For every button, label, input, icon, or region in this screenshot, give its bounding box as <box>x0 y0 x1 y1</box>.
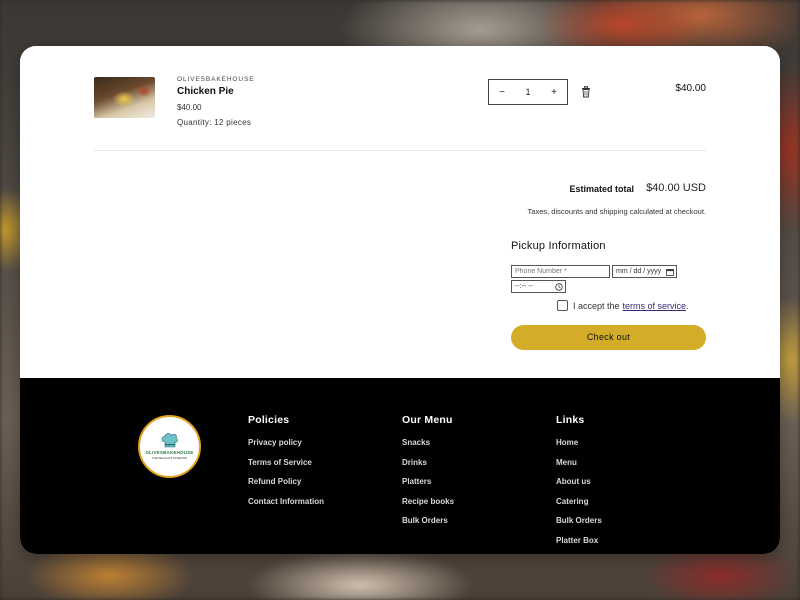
footer-link-about-us[interactable]: About us <box>556 477 602 497</box>
footer-column-title: Links <box>556 414 585 426</box>
divider <box>94 150 706 151</box>
logo-name: OLIVESBAKEHOUSE <box>145 450 194 455</box>
clock-icon[interactable] <box>555 282 563 291</box>
trash-icon[interactable] <box>581 86 591 98</box>
footer-link-drinks[interactable]: Drinks <box>402 458 454 478</box>
estimated-total-value: $40.00 USD <box>646 182 706 194</box>
footer-link-platters[interactable]: Platters <box>402 477 454 497</box>
footer-column-links: Links Home Menu About us Catering Bulk O… <box>556 414 602 554</box>
footer-link-platter-box[interactable]: Platter Box <box>556 536 602 554</box>
footer-link-refund-policy[interactable]: Refund Policy <box>248 477 324 497</box>
pickup-time-field[interactable]: --:-- -- <box>511 280 566 293</box>
line-item-total: $40.00 <box>675 83 706 94</box>
bakehouse-logo[interactable]: OLIVESBAKEHOUSE THE DELIGHTS IN BAKING <box>138 415 201 478</box>
footer-link-menu[interactable]: Menu <box>556 458 602 478</box>
logo-tagline: THE DELIGHTS IN BAKING <box>151 456 188 460</box>
chef-hat-icon <box>161 433 178 448</box>
footer-link-home[interactable]: Home <box>556 438 602 458</box>
terms-suffix-text: . <box>686 300 689 311</box>
quantity-input[interactable]: 1 <box>515 87 541 97</box>
product-quantity-note: Quantity: 12 pieces <box>177 118 252 127</box>
quantity-increment-button[interactable]: + <box>541 87 567 98</box>
estimated-total-label: Estimated total <box>569 184 634 194</box>
checkout-button[interactable]: Check out <box>511 325 706 350</box>
terms-acceptance-row: I accept the terms of service . <box>557 300 689 311</box>
pickup-date-field[interactable]: mm / dd / yyyy <box>612 265 677 278</box>
time-placeholder: --:-- -- <box>515 283 533 290</box>
footer-link-snacks[interactable]: Snacks <box>402 438 454 458</box>
date-placeholder: mm / dd / yyyy <box>616 268 662 275</box>
footer-column-title: Policies <box>248 414 290 426</box>
footer-link-contact-information[interactable]: Contact Information <box>248 497 324 517</box>
quantity-decrement-button[interactable]: − <box>489 87 515 98</box>
cart-section: OLIVESBAKEHOUSE Chicken Pie $40.00 Quant… <box>20 46 780 379</box>
footer-link-bulk-orders[interactable]: Bulk Orders <box>556 516 602 536</box>
footer-link-bulk-orders[interactable]: Bulk Orders <box>402 516 454 536</box>
product-name[interactable]: Chicken Pie <box>177 86 234 97</box>
footer-link-recipe-books[interactable]: Recipe books <box>402 497 454 517</box>
phone-number-field[interactable] <box>511 265 610 278</box>
product-image[interactable] <box>94 77 155 118</box>
footer-link-privacy-policy[interactable]: Privacy policy <box>248 438 324 458</box>
terms-of-service-link[interactable]: terms of service <box>623 301 687 311</box>
cart-panel: OLIVESBAKEHOUSE Chicken Pie $40.00 Quant… <box>20 46 780 554</box>
footer-link-catering[interactable]: Catering <box>556 497 602 517</box>
footer-column-policies: Policies Privacy policy Terms of Service… <box>248 414 324 516</box>
terms-checkbox[interactable] <box>557 300 568 311</box>
site-footer: OLIVESBAKEHOUSE THE DELIGHTS IN BAKING P… <box>20 378 780 554</box>
tax-note: Taxes, discounts and shipping calculated… <box>527 207 706 216</box>
quantity-stepper: − 1 + <box>488 79 568 105</box>
footer-column-title: Our Menu <box>402 414 453 426</box>
footer-column-our-menu: Our Menu Snacks Drinks Platters Recipe b… <box>402 414 454 536</box>
product-price: $40.00 <box>177 103 202 112</box>
product-vendor: OLIVESBAKEHOUSE <box>177 76 255 83</box>
calendar-icon[interactable] <box>666 268 674 276</box>
pickup-information-heading: Pickup Information <box>511 240 606 252</box>
footer-link-terms-of-service[interactable]: Terms of Service <box>248 458 324 478</box>
terms-prefix-text: I accept the <box>573 300 620 311</box>
